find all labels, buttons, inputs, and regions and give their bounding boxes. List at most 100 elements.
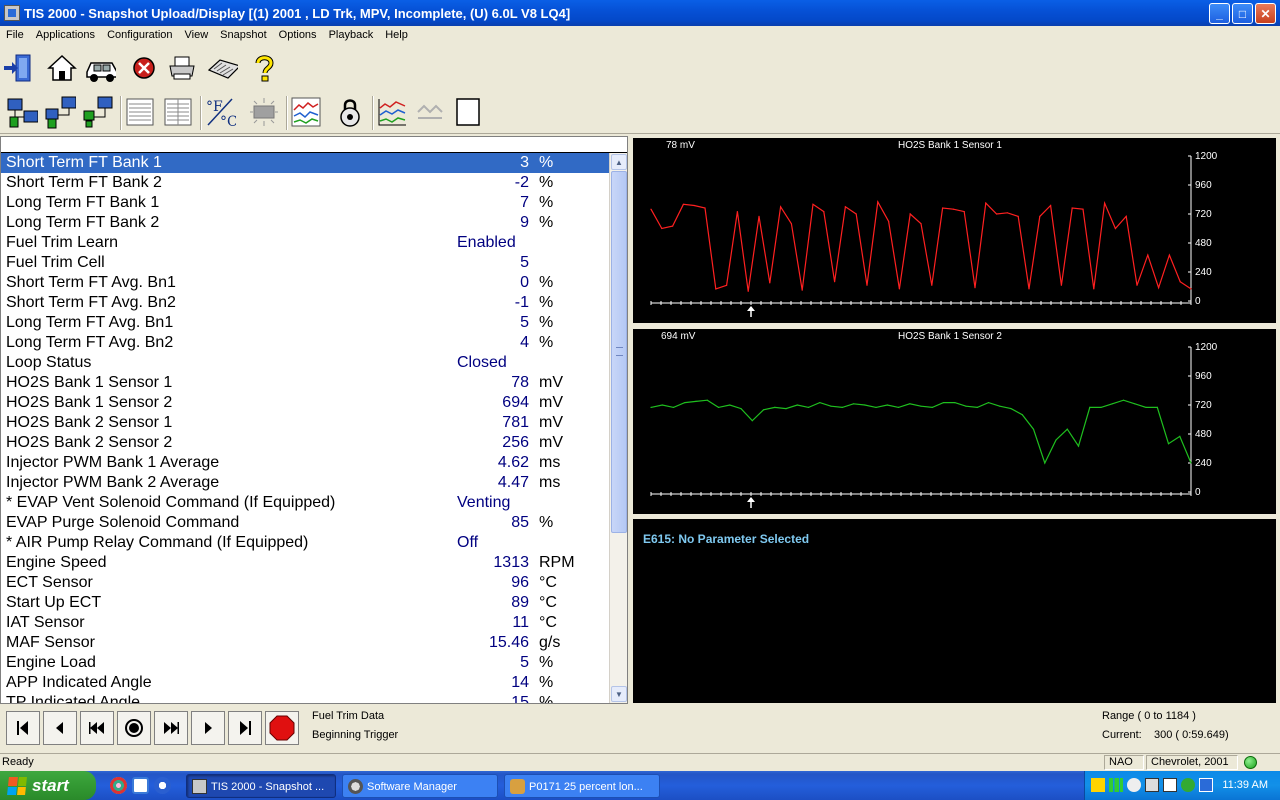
parameter-row[interactable]: Short Term FT Bank 1 3% (1, 153, 609, 173)
print-button[interactable] (166, 52, 198, 84)
connect-tool-3-button[interactable] (82, 96, 114, 128)
chrome-icon[interactable] (110, 777, 127, 794)
parameter-row[interactable]: HO2S Bank 2 Sensor 2 256 mV (1, 433, 609, 453)
parameter-row[interactable]: APP Indicated Angle 14% (1, 673, 609, 693)
exit-button[interactable] (2, 52, 34, 84)
keyboard-button[interactable] (206, 52, 238, 84)
help-button[interactable] (248, 52, 280, 84)
parameter-name: IAT Sensor (6, 614, 85, 631)
menu-snapshot[interactable]: Snapshot (214, 29, 272, 41)
parameter-row[interactable]: * AIR Pump Relay Command (If Equipped) Of… (1, 533, 609, 553)
parameter-list[interactable]: Short Term FT Bank 1 3% Short Term FT Bank… (1, 153, 609, 703)
parameter-row[interactable]: TP Indicated Angle 15% (1, 693, 609, 703)
record-trigger-button[interactable] (414, 96, 446, 128)
stop-playback-button[interactable] (265, 711, 299, 745)
signal-strength-icon[interactable] (1109, 778, 1123, 792)
sensor-data-point (769, 282, 771, 284)
lock-button[interactable] (334, 96, 366, 128)
parameter-row[interactable]: Long Term FT Bank 2 9% (1, 213, 609, 233)
menu-options[interactable]: Options (273, 29, 323, 41)
first-frame-button[interactable] (6, 711, 40, 745)
graph-panel-1[interactable]: 1200 960 720 480 240 0 78 mV HO2S Bank 1 Sens… (633, 138, 1276, 323)
minimize-button[interactable]: _ (1209, 3, 1230, 24)
task-browser[interactable]: P0171 25 percent lon... (504, 774, 660, 798)
parameter-row[interactable]: Long Term FT Bank 1 7% (1, 193, 609, 213)
next-frame-button[interactable] (191, 711, 225, 745)
last-frame-button[interactable] (228, 711, 262, 745)
parameter-row[interactable]: IAT Sensor 11 °C (1, 613, 609, 633)
parameter-unit: mV (539, 374, 563, 391)
parameter-row[interactable]: Loop Status Closed (1, 353, 609, 373)
menu-file[interactable]: File (0, 29, 30, 41)
y-tick-label: 0 (1195, 296, 1201, 307)
sensor-data-point (751, 420, 753, 422)
battery-icon[interactable] (1199, 778, 1213, 792)
highlight-button[interactable] (248, 96, 280, 128)
current-frame-label: Current: (1102, 729, 1142, 741)
explorer-icon[interactable] (132, 777, 149, 794)
highlight-icon (250, 98, 278, 126)
task-tis2000[interactable]: TIS 2000 - Snapshot ... (186, 774, 336, 798)
parameter-row[interactable]: Fuel Trim Cell 5 (1, 253, 609, 273)
sensor-data-point (801, 289, 803, 291)
parameter-scrollbar[interactable]: ▲ ▼ (609, 153, 627, 703)
parameter-row[interactable]: * EVAP Vent Solenoid Command (If Equippe… (1, 493, 609, 513)
close-button[interactable]: ✕ (1255, 3, 1276, 24)
menu-configuration[interactable]: Configuration (101, 29, 178, 41)
task-software-manager[interactable]: Software Manager (342, 774, 498, 798)
graph-button[interactable] (290, 96, 322, 128)
scroll-up-button[interactable]: ▲ (611, 154, 627, 170)
rewind-button[interactable] (80, 711, 114, 745)
parameter-row[interactable]: EVAP Purge Solenoid Command 85% (1, 513, 609, 533)
record-button[interactable] (117, 711, 151, 745)
tray-warning-icon[interactable] (1091, 778, 1105, 792)
menu-view[interactable]: View (179, 29, 215, 41)
parameter-value: 14 (511, 674, 529, 691)
list-view-button[interactable] (124, 96, 156, 128)
column-view-button[interactable] (162, 96, 194, 128)
units-button[interactable]: °F °C (204, 96, 236, 129)
maximize-button[interactable]: □ (1232, 3, 1253, 24)
parameter-row[interactable]: Engine Speed 1313 RPM (1, 553, 609, 573)
network-connection-icon[interactable] (1145, 778, 1159, 792)
parameter-row[interactable]: Long Term FT Avg. Bn1 5% (1, 313, 609, 333)
parameter-row[interactable]: MAF Sensor 15.46 g/s (1, 633, 609, 653)
parameter-row[interactable]: Long Term FT Avg. Bn2 4% (1, 333, 609, 353)
parameter-row[interactable]: ECT Sensor 96 °C (1, 573, 609, 593)
connect-tool-1-button[interactable] (6, 96, 38, 128)
previous-frame-button[interactable] (43, 711, 77, 745)
parameter-row[interactable]: Injector PWM Bank 1 Average 4.62 ms (1, 453, 609, 473)
tray-disc-icon[interactable] (1127, 778, 1141, 792)
stop-button[interactable] (128, 52, 160, 84)
shield-icon[interactable] (1181, 778, 1195, 792)
blank-page-button[interactable] (452, 96, 484, 128)
scroll-down-button[interactable]: ▼ (611, 686, 627, 702)
parameter-row[interactable]: Injector PWM Bank 2 Average 4.47 ms (1, 473, 609, 493)
menu-help[interactable]: Help (379, 29, 414, 41)
parameter-row[interactable]: HO2S Bank 1 Sensor 2 694 mV (1, 393, 609, 413)
fast-forward-button[interactable] (154, 711, 188, 745)
parameter-row[interactable]: Engine Load 5% (1, 653, 609, 673)
parameter-row[interactable]: HO2S Bank 1 Sensor 1 78 mV (1, 373, 609, 393)
media-player-icon[interactable] (154, 777, 171, 794)
parameter-row[interactable]: Short Term FT Avg. Bn1 0% (1, 273, 609, 293)
parameter-row[interactable]: HO2S Bank 2 Sensor 1 781 mV (1, 413, 609, 433)
parameter-value: Venting (457, 494, 511, 511)
connect-tool-2-button[interactable] (44, 96, 76, 129)
menu-playback[interactable]: Playback (323, 29, 380, 41)
parameter-row[interactable]: Start Up ECT 89 °C (1, 593, 609, 613)
vehicle-button[interactable] (84, 52, 116, 84)
display-icon[interactable] (1163, 778, 1177, 792)
graph-panel-3[interactable]: E615: No Parameter Selected (633, 519, 1276, 703)
multi-graph-button[interactable] (376, 96, 408, 128)
parameter-row[interactable]: Fuel Trim Learn Enabled (1, 233, 609, 253)
start-button[interactable]: start (0, 771, 96, 800)
parameter-row[interactable]: Short Term FT Bank 2 -2% (1, 173, 609, 193)
playback-controls: Fuel Trim Data Beginning Trigger Range (… (0, 706, 1280, 752)
graph-2-current-value: 694 mV (661, 331, 696, 342)
graph-panel-2[interactable]: 1200 960 720 480 240 0 694 mV HO2S Bank 1 Sen… (633, 329, 1276, 514)
home-button[interactable] (46, 52, 78, 84)
parameter-row[interactable]: Short Term FT Avg. Bn2 -1% (1, 293, 609, 313)
scroll-thumb[interactable] (611, 171, 627, 533)
menu-applications[interactable]: Applications (30, 29, 101, 41)
